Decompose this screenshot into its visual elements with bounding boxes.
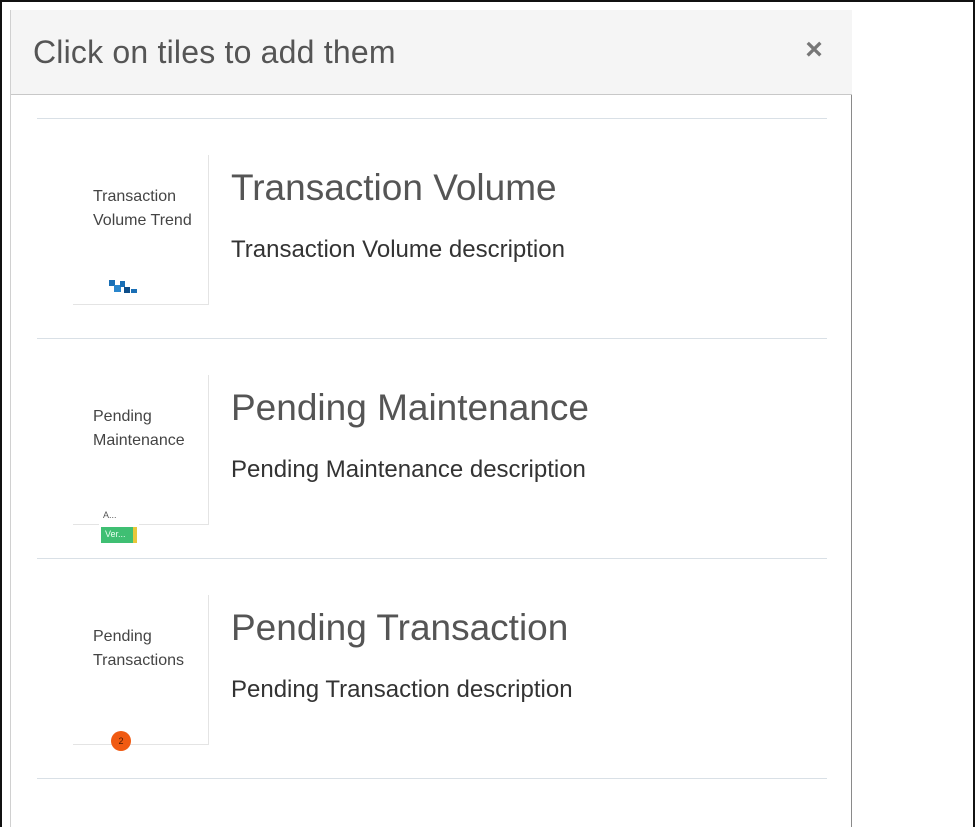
tile-thumbnail: Pending Maintenance A... Ver... (73, 375, 209, 545)
tile-title: Transaction Volume (231, 167, 557, 208)
dialog-header: Click on tiles to add them × (11, 10, 852, 95)
tile-thumbnail: Pending Transactions 2 (73, 595, 209, 751)
tile-list: Transaction Volume Trend Transaction Vol… (37, 118, 827, 779)
status-bar-label: Ver... (105, 529, 126, 539)
count-badge-icon: 2 (111, 731, 131, 751)
thumbnail-label: Pending Transactions (93, 628, 184, 669)
divider (37, 778, 827, 779)
thumbnail-label: Pending Maintenance (93, 408, 185, 449)
thumbnail-mini-label: A... (103, 510, 117, 520)
tile-description: Pending Maintenance description (231, 456, 586, 483)
bar-chart-icon (109, 280, 137, 293)
tile-pending-transaction[interactable]: Pending Transactions 2 Pending Transacti… (37, 559, 827, 778)
dialog-title: Click on tiles to add them (33, 34, 396, 70)
thumbnail-label: Transaction Volume Trend (93, 188, 192, 229)
tile-thumbnail: Transaction Volume Trend (73, 155, 209, 305)
tile-pending-maintenance[interactable]: Pending Maintenance A... Ver... Pending … (37, 339, 827, 558)
tile-title: Pending Maintenance (231, 387, 589, 428)
close-icon[interactable]: × (800, 34, 828, 66)
tile-transaction-volume[interactable]: Transaction Volume Trend Transaction Vol… (37, 119, 827, 338)
tile-description: Pending Transaction description (231, 676, 573, 703)
tile-title: Pending Transaction (231, 607, 569, 648)
status-bar-icon: A... Ver... (99, 507, 139, 545)
add-tiles-dialog: Click on tiles to add them × Transaction… (10, 10, 852, 827)
tile-description: Transaction Volume description (231, 236, 565, 263)
status-bar-edge (133, 527, 137, 543)
